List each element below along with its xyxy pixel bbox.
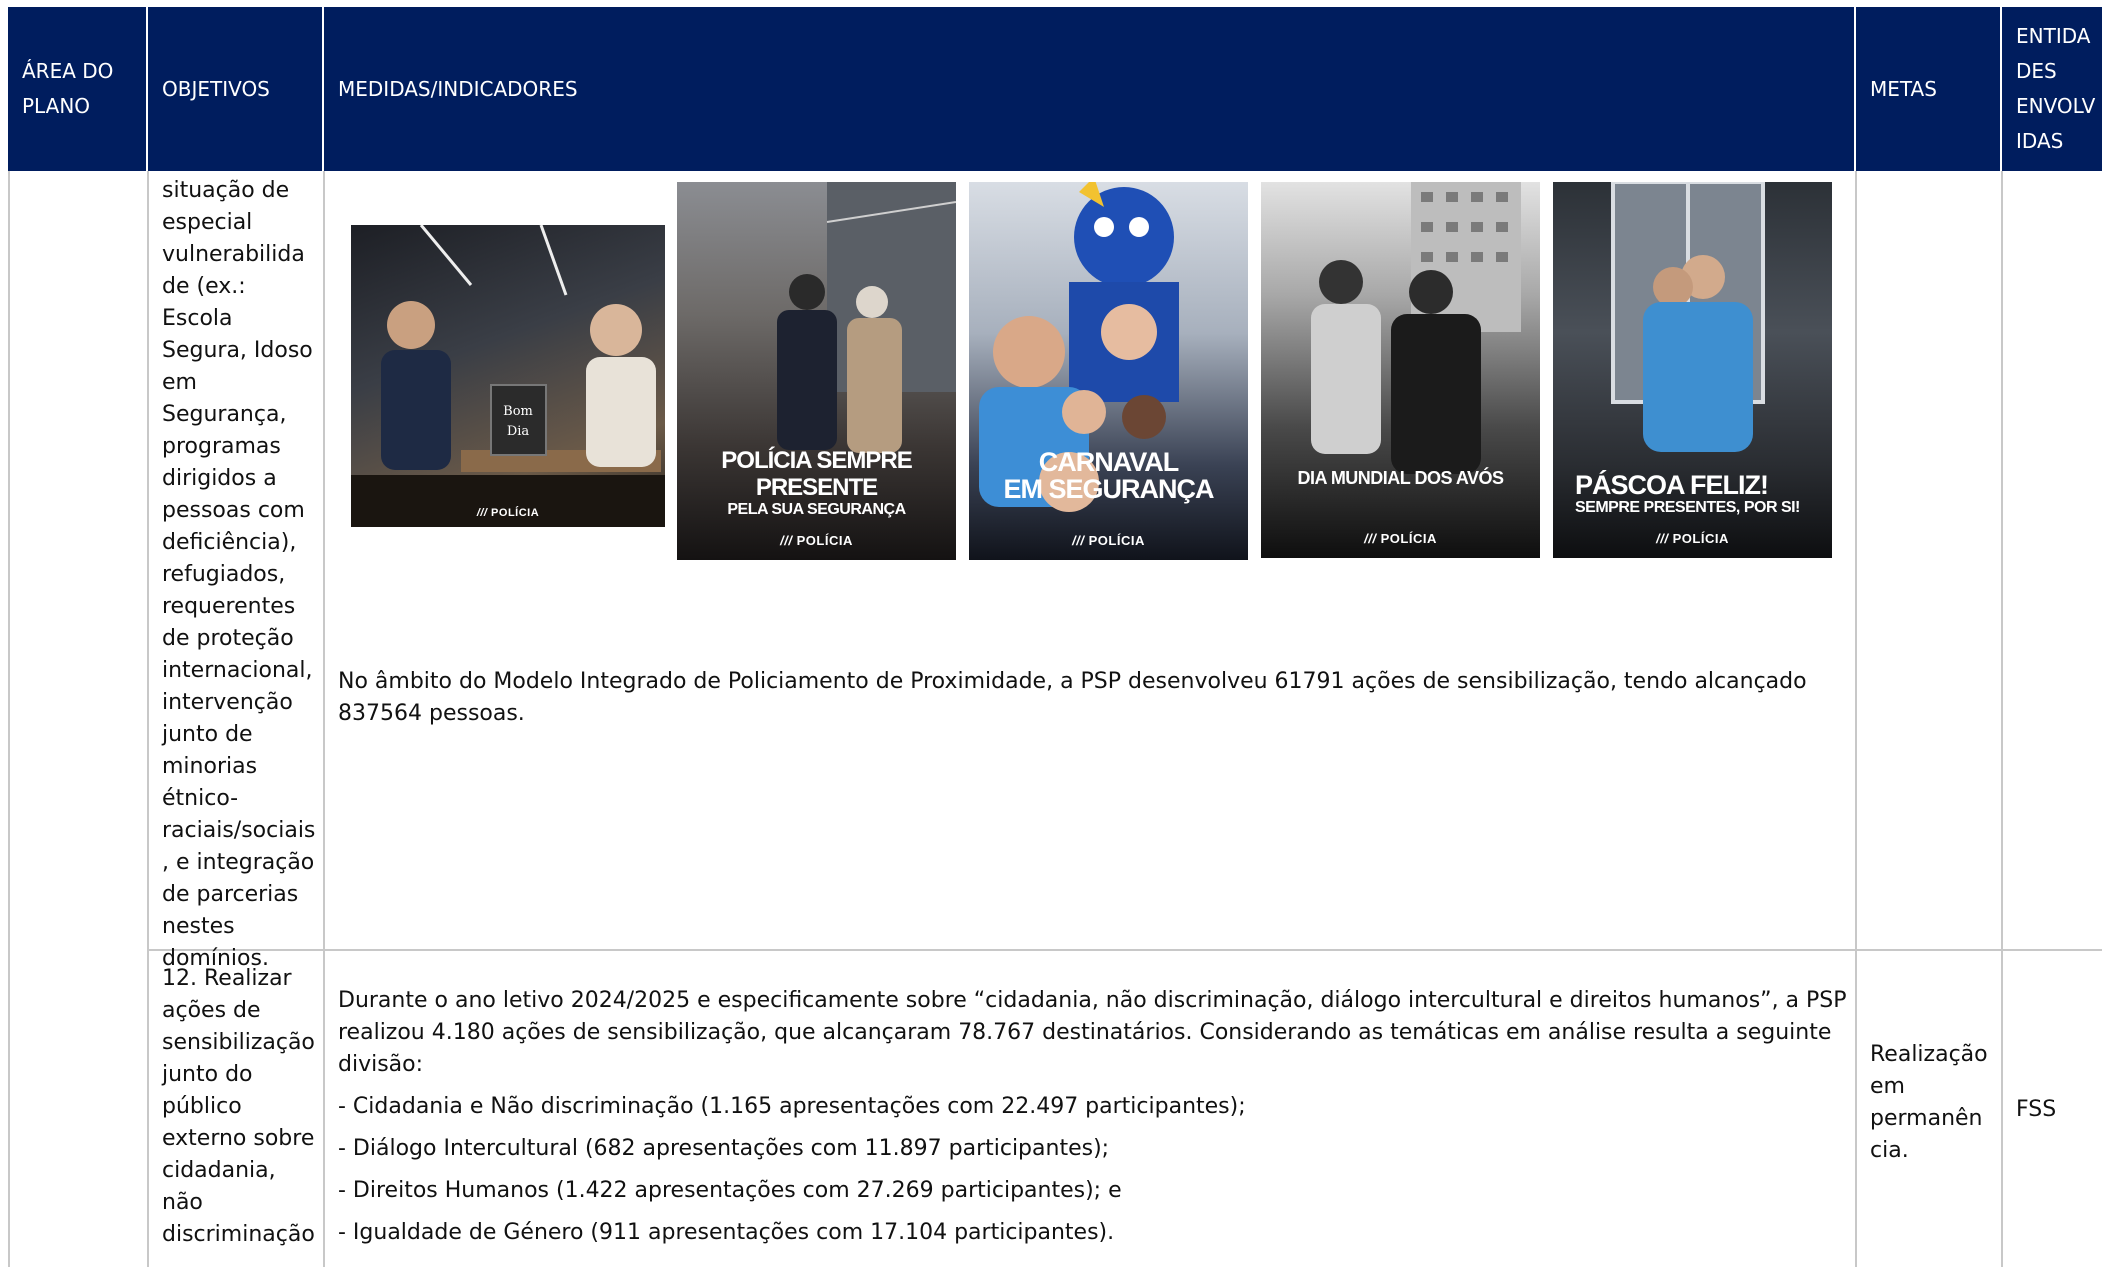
svg-text:Dia: Dia	[507, 424, 530, 439]
photo-dia-mundial-avos: DIA MUNDIAL DOS AVÓS POLÍCIA	[1261, 182, 1540, 558]
header-medidas: MEDIDAS/INDICADORES	[324, 7, 1856, 171]
photo-brand-3: POLÍCIA	[1072, 533, 1145, 548]
photo-caption-4a: PÁSCOA FELIZ!	[1575, 470, 1769, 500]
header-entidades-line3: ENVOLV	[2016, 94, 2096, 118]
row2-bullet: - Cidadania e Não discriminação (1.165 a…	[338, 1094, 1246, 1119]
handshake-scene-icon: Bom Dia	[351, 225, 665, 527]
header-area: ÁREA DO PLANO	[8, 7, 148, 171]
row2-bullet: - Igualdade de Género (911 apresentações…	[338, 1220, 1115, 1245]
photo-handshake: Bom Dia POLÍCIA	[351, 225, 665, 527]
photo-brand-1: POLÍCIA	[477, 507, 539, 519]
photo-pascoa-feliz: PÁSCOA FELIZ! SEMPRE PRESENTES, POR SI! …	[1553, 182, 1832, 558]
photo-policia-sempre-presente: POLÍCIA SEMPRE PRESENTE PELA SUA SEGURAN…	[677, 182, 956, 560]
header-objetivos: OBJETIVOS	[148, 7, 324, 171]
photo-caption-4b: SEMPRE PRESENTES, POR SI!	[1575, 499, 1800, 516]
border-col2	[323, 171, 325, 1267]
avos-scene-icon	[1311, 182, 1521, 474]
plan-table: ÁREA DO PLANO OBJETIVOS MEDIDAS/INDICADOR…	[8, 7, 2102, 1267]
header-entidades-line4: IDAS	[2016, 129, 2064, 153]
header-area-line1: ÁREA DO	[22, 59, 114, 83]
photo-caption-2b: EM SEGURANÇA	[1003, 474, 1214, 504]
row2-medidas: Durante o ano letivo 2024/2025 e especif…	[338, 985, 1858, 1259]
header-medidas-label: MEDIDAS/INDICADORES	[338, 76, 578, 101]
border-col1	[147, 171, 149, 1267]
header-metas: METAS	[1856, 7, 2002, 171]
photo-brand-2: POLÍCIA	[780, 533, 853, 548]
row2-metas: Realização em permanên cia.	[1870, 1042, 1988, 1163]
photo-caption-1a: POLÍCIA SEMPRE PRESENTE	[721, 447, 912, 501]
border-col4	[2001, 171, 2003, 1267]
photo-caption-3: DIA MUNDIAL DOS AVÓS	[1297, 468, 1504, 488]
row-divider	[147, 949, 2102, 951]
header-entidades: ENTIDA DES ENVOLV IDAS	[2002, 7, 2102, 171]
header-objetivos-label: OBJETIVOS	[162, 76, 270, 101]
photo-brand-4: POLÍCIA	[1364, 531, 1437, 546]
row2-bullet-list: - Cidadania e Não discriminação (1.165 a…	[338, 1091, 1858, 1249]
photo-caption-2a: CARNAVAL	[1038, 447, 1179, 477]
header-entidades-line1: ENTIDA	[2016, 24, 2091, 48]
photo-caption-1b: PELA SUA SEGURANÇA	[727, 501, 906, 518]
row1-objective: situação de especial vulnerabilida de (e…	[162, 178, 316, 971]
row1-summary: No âmbito do Modelo Integrado de Policia…	[338, 669, 1807, 726]
header-metas-label: METAS	[1870, 76, 1937, 101]
row2-objective: 12. Realizar ações de sensibilização jun…	[162, 966, 315, 1247]
row2-intro: Durante o ano letivo 2024/2025 e especif…	[338, 988, 1847, 1077]
sign-text: Bom	[503, 404, 533, 419]
header-entidades-line2: DES	[2016, 59, 2057, 83]
photo-brand-5: POLÍCIA	[1656, 531, 1729, 546]
header-area-line2: PLANO	[22, 94, 91, 118]
border-left	[8, 171, 10, 1267]
row2-bullet: - Direitos Humanos (1.422 apresentações …	[338, 1178, 1122, 1203]
row2-entidades: FSS	[2016, 1097, 2057, 1122]
row2-bullet: - Diálogo Intercultural (682 apresentaçõ…	[338, 1136, 1110, 1161]
photo-carnaval: CARNAVAL EM SEGURANÇA POLÍCIA	[969, 182, 1248, 560]
